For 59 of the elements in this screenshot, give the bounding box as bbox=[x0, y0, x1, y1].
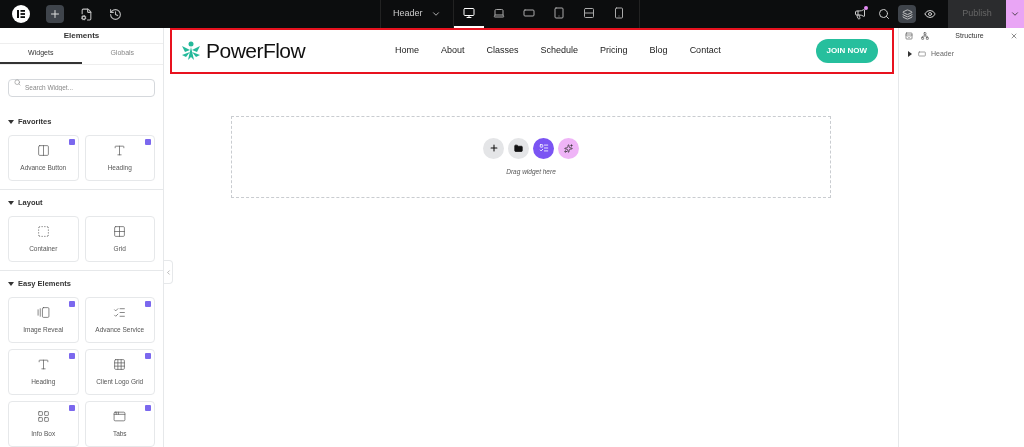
tablet-icon bbox=[552, 7, 565, 19]
kit-button[interactable] bbox=[533, 137, 554, 159]
search-icon bbox=[14, 78, 21, 86]
nav-link[interactable]: Pricing bbox=[600, 44, 628, 58]
caret-icon bbox=[907, 51, 913, 57]
collapse-handle[interactable] bbox=[164, 260, 173, 284]
close-icon[interactable] bbox=[1010, 32, 1018, 40]
preview-icon[interactable] bbox=[924, 8, 936, 20]
window-icon bbox=[113, 409, 127, 423]
checklist-icon bbox=[538, 143, 549, 154]
page-settings-icon[interactable] bbox=[80, 7, 93, 21]
templates-button[interactable] bbox=[508, 137, 529, 159]
add-button[interactable] bbox=[46, 5, 64, 23]
container-icon bbox=[918, 50, 926, 58]
ai-button[interactable] bbox=[558, 137, 579, 159]
dashed-square-icon bbox=[36, 224, 50, 238]
chevron-down-icon bbox=[430, 9, 441, 19]
nav-link[interactable]: About bbox=[441, 44, 465, 58]
structure-button[interactable] bbox=[898, 5, 916, 23]
columns-icon bbox=[36, 143, 50, 157]
checklist-icon bbox=[113, 305, 127, 319]
search-icon[interactable] bbox=[878, 8, 890, 20]
brand-name: PowerFlow bbox=[206, 38, 306, 65]
nav-link[interactable]: Classes bbox=[486, 44, 519, 58]
chevron-down-icon bbox=[1010, 9, 1020, 19]
logo-icon[interactable] bbox=[12, 5, 30, 23]
panel-toggle-icon[interactable] bbox=[905, 32, 913, 40]
panel-title: Elements bbox=[0, 28, 163, 44]
megaphone-icon[interactable] bbox=[854, 8, 866, 20]
grid-icon bbox=[113, 224, 127, 238]
tiles-icon bbox=[36, 409, 50, 423]
site-header[interactable]: PowerFlow Home About Classes Schedule Pricing Blog Contact JOIN NOW bbox=[170, 28, 894, 74]
document-dropdown[interactable]: Header bbox=[381, 0, 454, 28]
caret-icon bbox=[8, 281, 14, 287]
folder-icon bbox=[514, 143, 523, 153]
layers-icon bbox=[901, 8, 913, 20]
gallery-icon bbox=[36, 305, 50, 319]
brand-logo-icon bbox=[180, 40, 202, 62]
caret-icon bbox=[8, 200, 14, 206]
phone-icon bbox=[612, 7, 625, 19]
tree-icon[interactable] bbox=[921, 32, 929, 40]
nav-link[interactable]: Schedule bbox=[540, 44, 579, 58]
nav-link[interactable]: Home bbox=[395, 44, 419, 58]
laptop-icon bbox=[492, 7, 505, 19]
text-icon bbox=[113, 143, 127, 157]
nav-link[interactable]: Contact bbox=[689, 44, 721, 58]
grid-icon bbox=[113, 357, 127, 371]
chevron-left-icon bbox=[164, 268, 172, 276]
nav-link[interactable]: Blog bbox=[649, 44, 668, 58]
desktop-icon bbox=[462, 7, 475, 19]
tablet-landscape-icon bbox=[522, 7, 535, 19]
caret-icon bbox=[8, 119, 14, 125]
history-icon[interactable] bbox=[109, 7, 122, 21]
sparkles-icon bbox=[564, 143, 573, 153]
text-icon bbox=[36, 357, 50, 371]
phone-landscape-icon bbox=[582, 7, 595, 19]
plus-icon bbox=[49, 8, 61, 20]
add-section-button[interactable] bbox=[483, 137, 504, 159]
plus-icon bbox=[488, 143, 499, 154]
